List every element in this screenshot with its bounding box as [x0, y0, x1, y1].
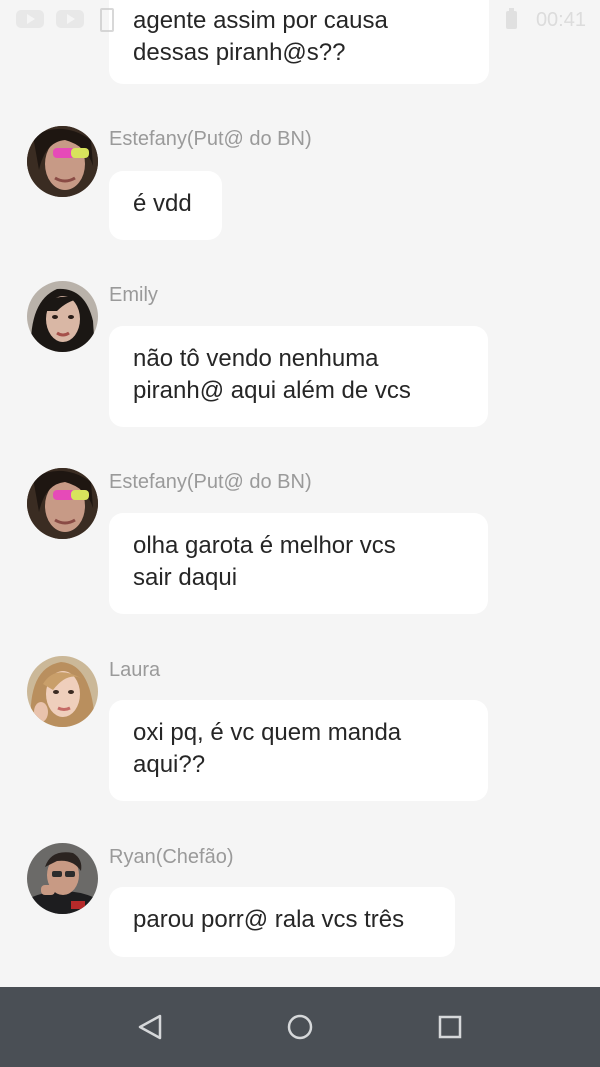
sender-name: Estefany(Put@ do BN) — [109, 471, 312, 493]
emily-avatar[interactable] — [27, 281, 98, 352]
estefany-avatar[interactable] — [27, 126, 98, 197]
navigation-bar — [0, 987, 600, 1067]
back-icon[interactable] — [110, 987, 190, 1067]
message-line: oxi pq, é vc quem manda — [133, 719, 402, 746]
sender-name: Laura — [109, 659, 161, 681]
battery-icon — [506, 8, 517, 29]
message-line: aqui?? — [133, 751, 206, 778]
sender-name: Emily — [109, 284, 158, 306]
youtube-icon — [56, 10, 84, 28]
youtube-icon — [16, 10, 44, 28]
message-line: não tô vendo nenhuma — [133, 345, 379, 372]
sender-name: Ryan(Chefão) — [109, 846, 234, 868]
message-line: dessas piranh@s?? — [133, 39, 346, 66]
message-line: olha garota é melhor vcs — [133, 532, 396, 559]
message-bubble[interactable]: não tô vendo nenhuma piranh@ aqui além d… — [109, 326, 488, 427]
screenshot-icon — [100, 8, 114, 32]
message-bubble[interactable]: é vdd — [109, 171, 222, 240]
message-bubble[interactable]: oxi pq, é vc quem manda aqui?? — [109, 700, 488, 801]
message-line: é vdd — [133, 190, 192, 217]
status-bar: 00:41 — [0, 0, 600, 40]
laura-avatar[interactable] — [27, 656, 98, 727]
estefany-avatar[interactable] — [27, 468, 98, 539]
ryan-avatar[interactable] — [27, 843, 98, 914]
recents-icon[interactable] — [410, 987, 490, 1067]
message-line: parou porr@ rala vcs três — [133, 906, 405, 933]
message-line: piranh@ aqui além de vcs — [133, 377, 411, 404]
message-bubble[interactable]: parou porr@ rala vcs três — [109, 887, 455, 957]
message-bubble[interactable]: olha garota é melhor vcs sair daqui — [109, 513, 488, 614]
home-icon[interactable] — [260, 987, 340, 1067]
message-line: sair daqui — [133, 564, 238, 591]
status-time: 00:41 — [535, 9, 586, 31]
sender-name: Estefany(Put@ do BN) — [109, 128, 312, 150]
